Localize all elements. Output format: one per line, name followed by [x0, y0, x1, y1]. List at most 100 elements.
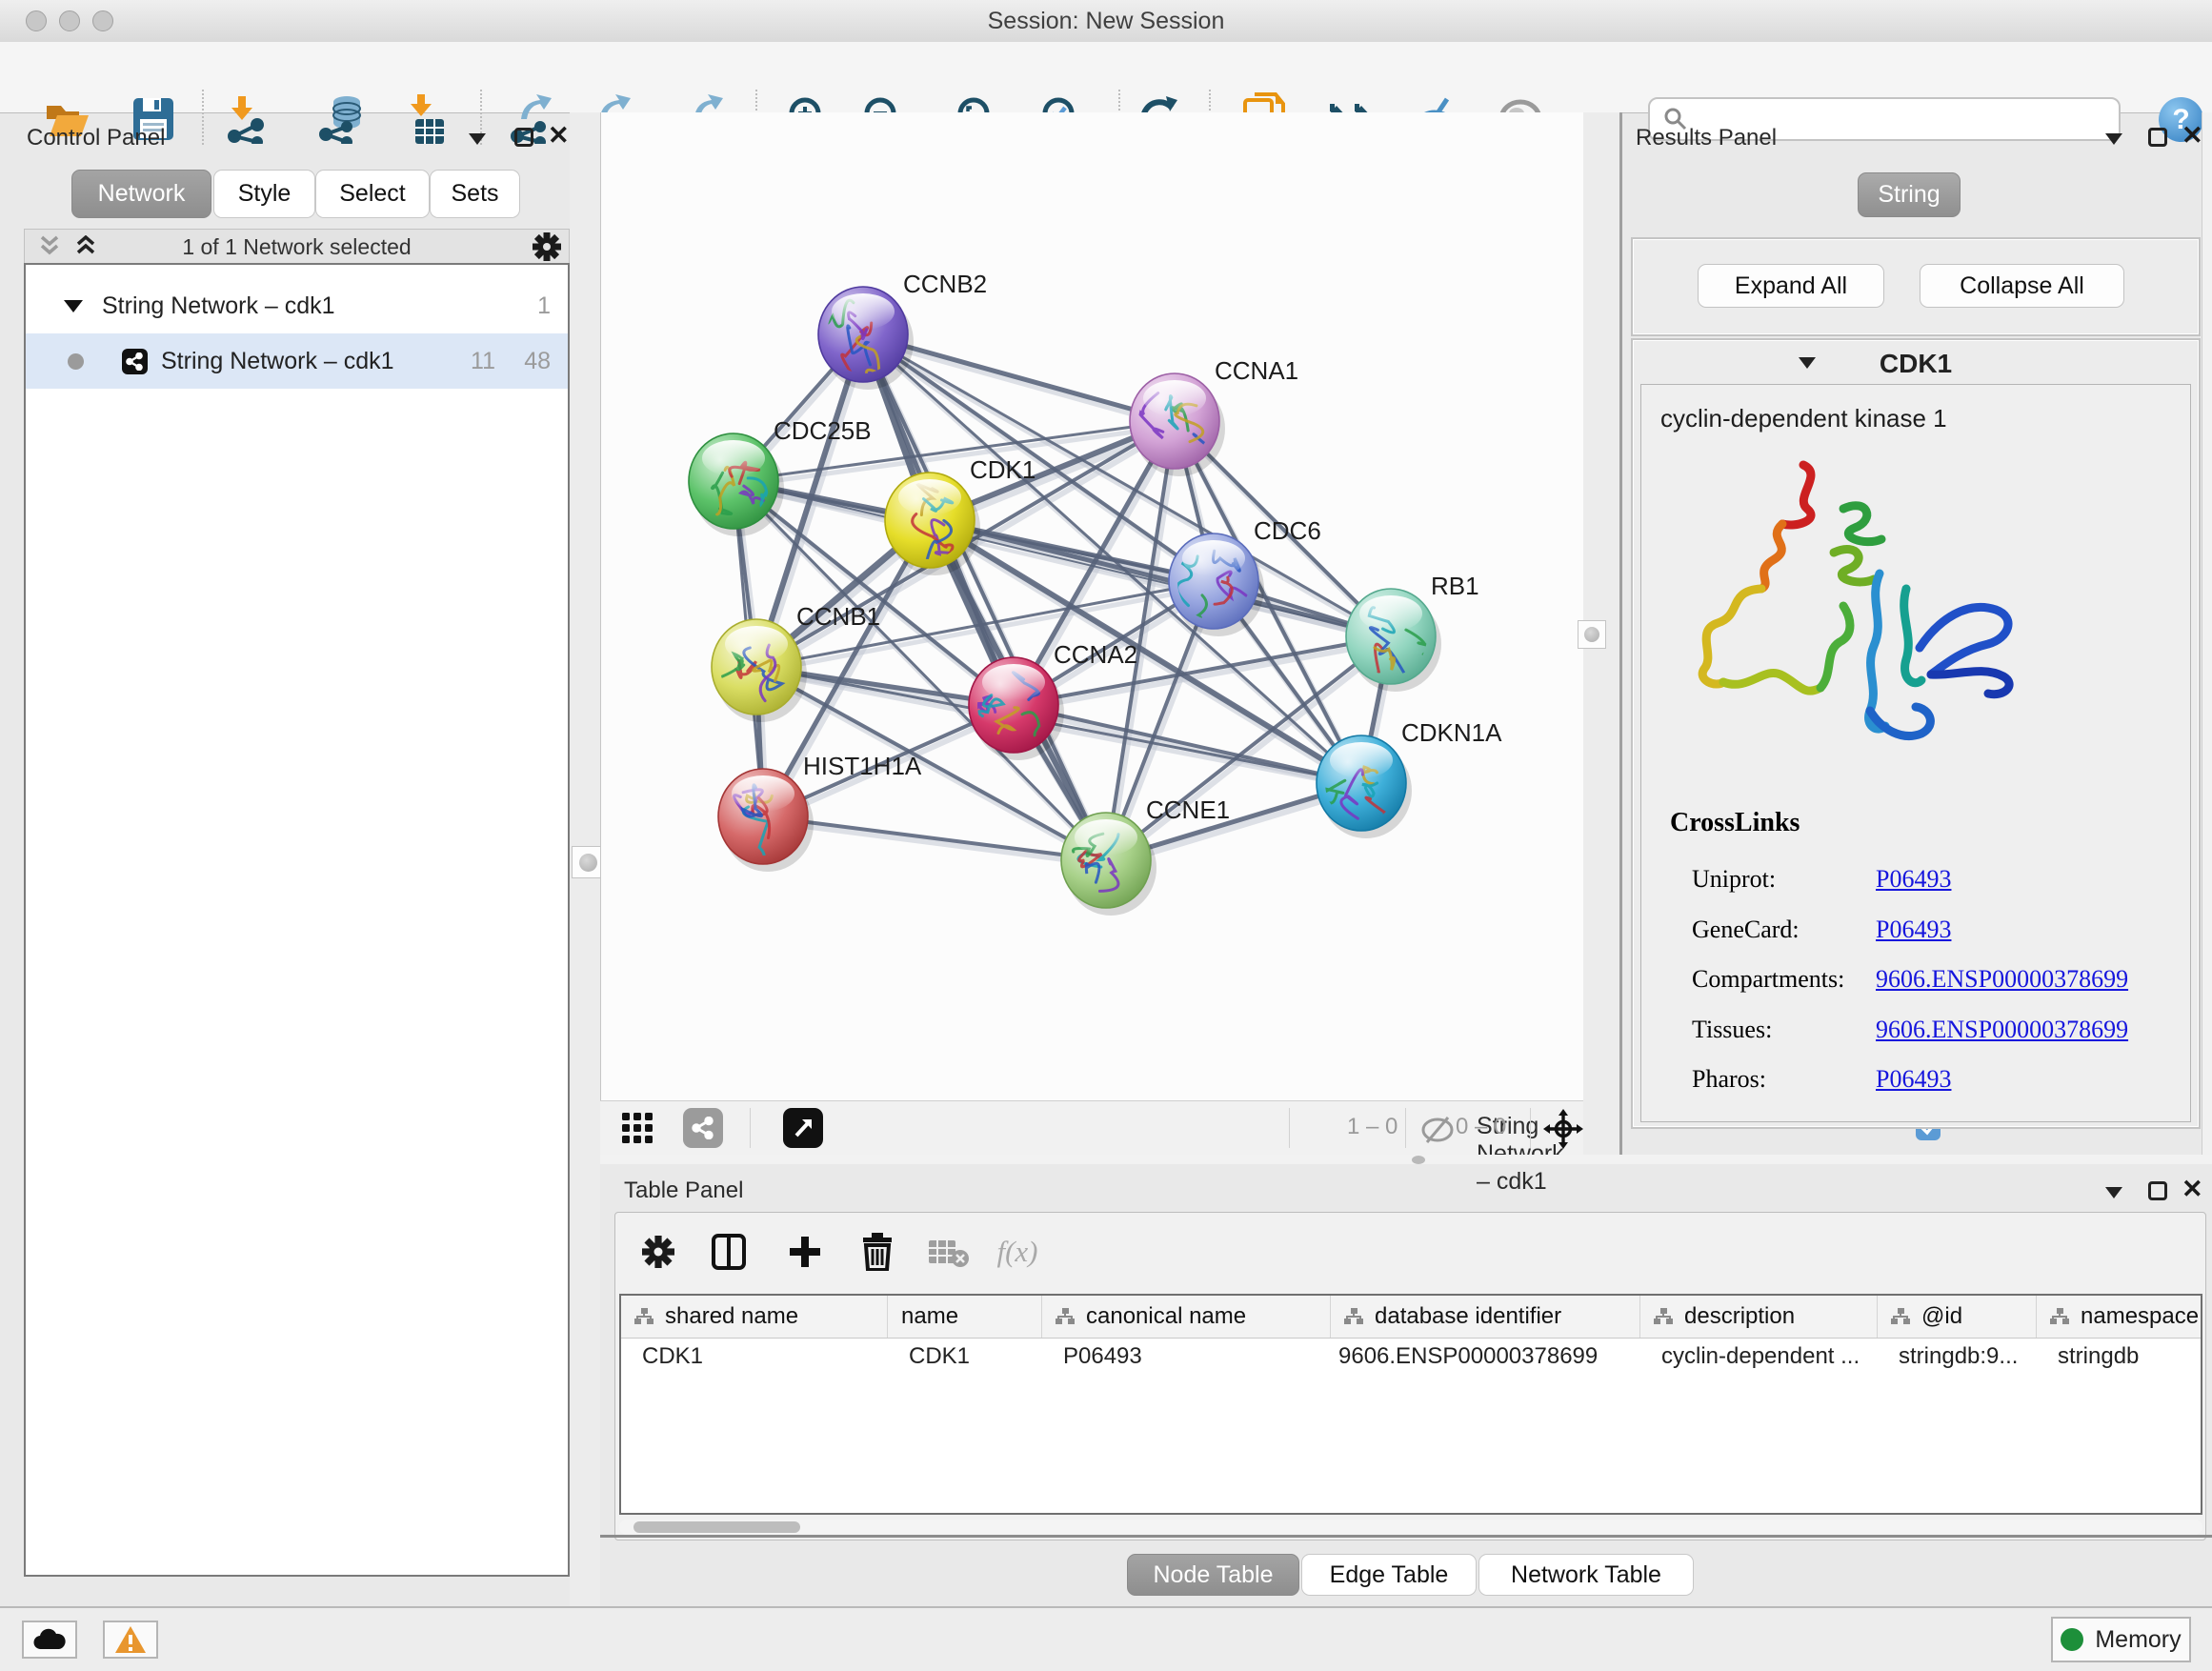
tab-style[interactable]: Style [213, 170, 315, 218]
cloud-button[interactable] [22, 1621, 77, 1659]
crosslink-label: Compartments: [1692, 965, 1844, 994]
gene-description: cyclin-dependent kinase 1 [1660, 404, 1947, 433]
node-gloss [1075, 819, 1137, 856]
column-header-description[interactable]: description [1640, 1296, 1878, 1338]
node-gloss [832, 293, 895, 330]
table-row[interactable]: CDK1CDK1P064939606.ENSP00000378699cyclin… [621, 1339, 2201, 1375]
collapse-all-button[interactable]: Collapse All [1920, 264, 2124, 308]
control-panel-float-icon[interactable] [514, 128, 533, 147]
tab-network-table[interactable]: Network Table [1478, 1554, 1694, 1596]
table-hscrollbar[interactable] [619, 1520, 2202, 1535]
node-count: 11 [471, 348, 495, 375]
table-panel-close-icon[interactable]: ✕ [2182, 1179, 2203, 1198]
table-panel-float-icon[interactable] [2148, 1181, 2167, 1200]
control-panel-menu-icon[interactable] [469, 133, 486, 145]
delete-column-trash-icon[interactable] [853, 1227, 902, 1277]
window-title: Session: New Session [0, 0, 2212, 42]
tab-node-table[interactable]: Node Table [1127, 1554, 1299, 1596]
collection-label: String Network – cdk1 [102, 292, 335, 320]
network-edge[interactable] [763, 816, 1106, 860]
table-cell: CDK1 [888, 1339, 1042, 1375]
fx-label: f(x) [996, 1235, 1037, 1269]
results-panel-title: Results Panel [1636, 125, 1777, 151]
tab-network[interactable]: Network [71, 170, 211, 218]
table-cell: stringdb:9... [1878, 1339, 2037, 1375]
tab-string[interactable]: String [1858, 172, 1961, 217]
column-header-shared-name[interactable]: shared name [621, 1296, 888, 1338]
import-table-icon[interactable] [402, 92, 455, 146]
network-tree: String Network – cdk1 1 String Network –… [24, 263, 570, 1577]
gear-icon[interactable] [532, 232, 562, 262]
warning-button[interactable] [103, 1621, 158, 1659]
crosslink-link[interactable]: 9606.ENSP00000378699 [1876, 1016, 2128, 1044]
tab-edge-table[interactable]: Edge Table [1301, 1554, 1477, 1596]
statusbar-separator [1289, 1108, 1290, 1148]
bottom-splitter[interactable] [600, 1155, 2212, 1164]
crosslink-link[interactable]: P06493 [1876, 1065, 1951, 1094]
show-columns-icon[interactable] [704, 1227, 754, 1277]
crosslink-link[interactable]: P06493 [1876, 916, 1951, 944]
edge-count: 48 [524, 348, 551, 375]
network-collection-row[interactable]: String Network – cdk1 1 [26, 278, 568, 333]
hidden-eye-slash-icon [1418, 1115, 1457, 1145]
collection-count: 1 [537, 292, 551, 320]
crosslink-link[interactable]: 9606.ENSP00000378699 [1876, 965, 2128, 994]
string-view-icon[interactable] [683, 1108, 723, 1148]
import-network-database-icon[interactable] [316, 92, 370, 146]
add-column-icon[interactable] [780, 1227, 830, 1277]
table-cell: 9606.ENSP00000378699 [1331, 1339, 1640, 1375]
tab-sets[interactable]: Sets [430, 170, 520, 218]
birds-eye-view-icon[interactable] [783, 1108, 823, 1148]
toolbar-separator [202, 90, 204, 145]
node-gloss [702, 440, 765, 476]
bottom-splitter-handle[interactable] [1412, 1156, 1425, 1164]
column-header-database-identifier[interactable]: database identifier [1331, 1296, 1640, 1338]
string-tab-label: String [1878, 181, 1940, 209]
results-panel-border [1619, 112, 1622, 1164]
memory-label: Memory [2095, 1626, 2181, 1654]
crosslink-label: Pharos: [1692, 1065, 1766, 1094]
table-cell: CDK1 [621, 1339, 888, 1375]
delete-table-icon[interactable] [924, 1227, 974, 1277]
network-edge[interactable] [863, 334, 1106, 860]
table-panel-menu-icon[interactable] [2105, 1187, 2122, 1198]
column-header-namespace[interactable]: namespace [2037, 1296, 2202, 1338]
node-label-CDKN1A: CDKN1A [1401, 718, 1502, 747]
hidden-count-label: 0 – 0 [1456, 1114, 1506, 1140]
node-label-CCNA2: CCNA2 [1054, 640, 1137, 669]
network-canvas[interactable]: CCNB2CCNA1CDC25BCDK1CDC6RB1CCNB1CCNA2CDK… [600, 112, 1583, 1100]
results-scrollbar[interactable] [2202, 112, 2212, 1155]
grid-view-icon[interactable] [621, 1112, 655, 1146]
left-splitter-handle[interactable] [572, 846, 604, 878]
column-header-name[interactable]: name [888, 1296, 1042, 1338]
crosslink-link[interactable]: P06493 [1876, 865, 1951, 894]
tree-expand-icon[interactable] [64, 300, 83, 312]
column-header-canonical-name[interactable]: canonical name [1042, 1296, 1331, 1338]
network-row-selected[interactable]: String Network – cdk1 11 48 [26, 333, 568, 389]
table-hscrollbar-thumb[interactable] [633, 1521, 800, 1533]
control-panel-close-icon[interactable]: ✕ [548, 126, 570, 145]
memory-status-dot [2061, 1628, 2083, 1651]
results-panel-close-icon[interactable]: ✕ [2182, 126, 2203, 145]
function-builder-icon[interactable]: f(x) [993, 1227, 1042, 1277]
node-gloss [1182, 540, 1245, 576]
pan-crosshair-icon[interactable] [1543, 1109, 1583, 1149]
gene-name-heading: CDK1 [1631, 349, 2201, 379]
expand-all-button[interactable]: Expand All [1698, 264, 1884, 308]
network-edge-shadow [766, 821, 1109, 865]
column-header-@id[interactable]: @id [1878, 1296, 2037, 1338]
results-panel-menu-icon[interactable] [2105, 133, 2122, 145]
node-label-CCNB2: CCNB2 [903, 270, 987, 298]
memory-button[interactable]: Memory [2051, 1617, 2191, 1662]
tab-select[interactable]: Select [315, 170, 430, 218]
import-network-file-icon[interactable] [223, 92, 276, 146]
results-panel-float-icon[interactable] [2148, 128, 2167, 147]
table-cell: stringdb [2037, 1339, 2202, 1375]
right-splitter-handle[interactable] [1578, 620, 1606, 649]
table-settings-gear-icon[interactable] [633, 1227, 683, 1277]
node-label-CCNA1: CCNA1 [1215, 356, 1298, 385]
cloud-icon [32, 1628, 67, 1651]
crosslink-row: Compartments: 9606.ENSP00000378699 [1692, 965, 2187, 1015]
warning-icon [114, 1625, 147, 1654]
table-cell: P06493 [1042, 1339, 1331, 1375]
